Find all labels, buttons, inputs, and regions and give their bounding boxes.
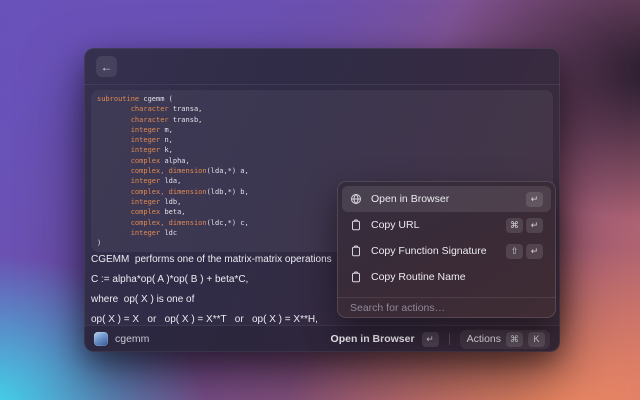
k-key-badge: K xyxy=(528,332,545,347)
actions-search-input[interactable] xyxy=(350,302,543,314)
back-arrow-icon: ← xyxy=(101,60,113,74)
code-line: complex alpha, xyxy=(97,156,547,166)
current-item-label: cgemm xyxy=(115,333,149,345)
status-bar: cgemm Open in Browser ↵ Actions ⌘ K xyxy=(84,325,560,352)
menu-item-label: Copy URL xyxy=(371,219,497,231)
menu-item-copy-function-signature[interactable]: Copy Function Signature ⇧↵ xyxy=(342,238,551,264)
cgemm-app-icon xyxy=(94,332,108,346)
actions-menu-items: Open in Browser↵Copy URL⌘↵Copy Function … xyxy=(337,181,556,295)
menu-item-shortcut: ⌘↵ xyxy=(506,218,543,233)
menu-item-open-in-browser[interactable]: Open in Browser ↵ xyxy=(342,186,551,212)
header-divider xyxy=(84,84,560,85)
actions-button[interactable]: Actions ⌘ K xyxy=(460,330,550,349)
clipboard-icon xyxy=(350,271,362,283)
menu-item-shortcut: ↵ xyxy=(526,192,543,207)
menu-item-label: Open in Browser xyxy=(371,193,517,205)
actions-search xyxy=(337,298,556,318)
shortcut-key-badge: ↵ xyxy=(526,218,543,233)
code-line: character transa, xyxy=(97,104,547,114)
shortcut-key-badge: ⌘ xyxy=(506,218,523,233)
clipboard-icon xyxy=(350,245,362,257)
code-line: integer m, xyxy=(97,125,547,135)
statusbar-separator xyxy=(449,333,450,345)
clipboard-icon xyxy=(350,219,362,231)
actions-popover: Open in Browser↵Copy URL⌘↵Copy Function … xyxy=(337,181,556,318)
command-key-badge: ⌘ xyxy=(506,332,523,347)
shortcut-key-badge: ↵ xyxy=(526,192,543,207)
menu-item-label: Copy Routine Name xyxy=(371,271,534,283)
code-line: subroutine cgemm ( xyxy=(97,94,547,104)
return-key-badge: ↵ xyxy=(422,332,439,347)
globe-icon xyxy=(350,193,362,205)
menu-item-copy-url[interactable]: Copy URL ⌘↵ xyxy=(342,212,551,238)
actions-button-label: Actions xyxy=(467,333,501,345)
back-button[interactable]: ← xyxy=(96,56,117,77)
menu-item-shortcut: ⇧↵ xyxy=(506,244,543,259)
code-line: integer k, xyxy=(97,145,547,155)
shortcut-key-badge: ↵ xyxy=(526,244,543,259)
code-line: integer n, xyxy=(97,135,547,145)
code-line: complex, dimension(lda,*) a, xyxy=(97,166,547,176)
shortcut-key-badge: ⇧ xyxy=(506,244,523,259)
menu-item-copy-routine-name[interactable]: Copy Routine Name xyxy=(342,264,551,290)
menu-item-label: Copy Function Signature xyxy=(371,245,497,257)
current-item-chip: cgemm xyxy=(94,332,149,346)
window-header: ← xyxy=(84,48,560,84)
code-line: character transb, xyxy=(97,115,547,125)
primary-action-button[interactable]: Open in Browser xyxy=(331,333,415,345)
